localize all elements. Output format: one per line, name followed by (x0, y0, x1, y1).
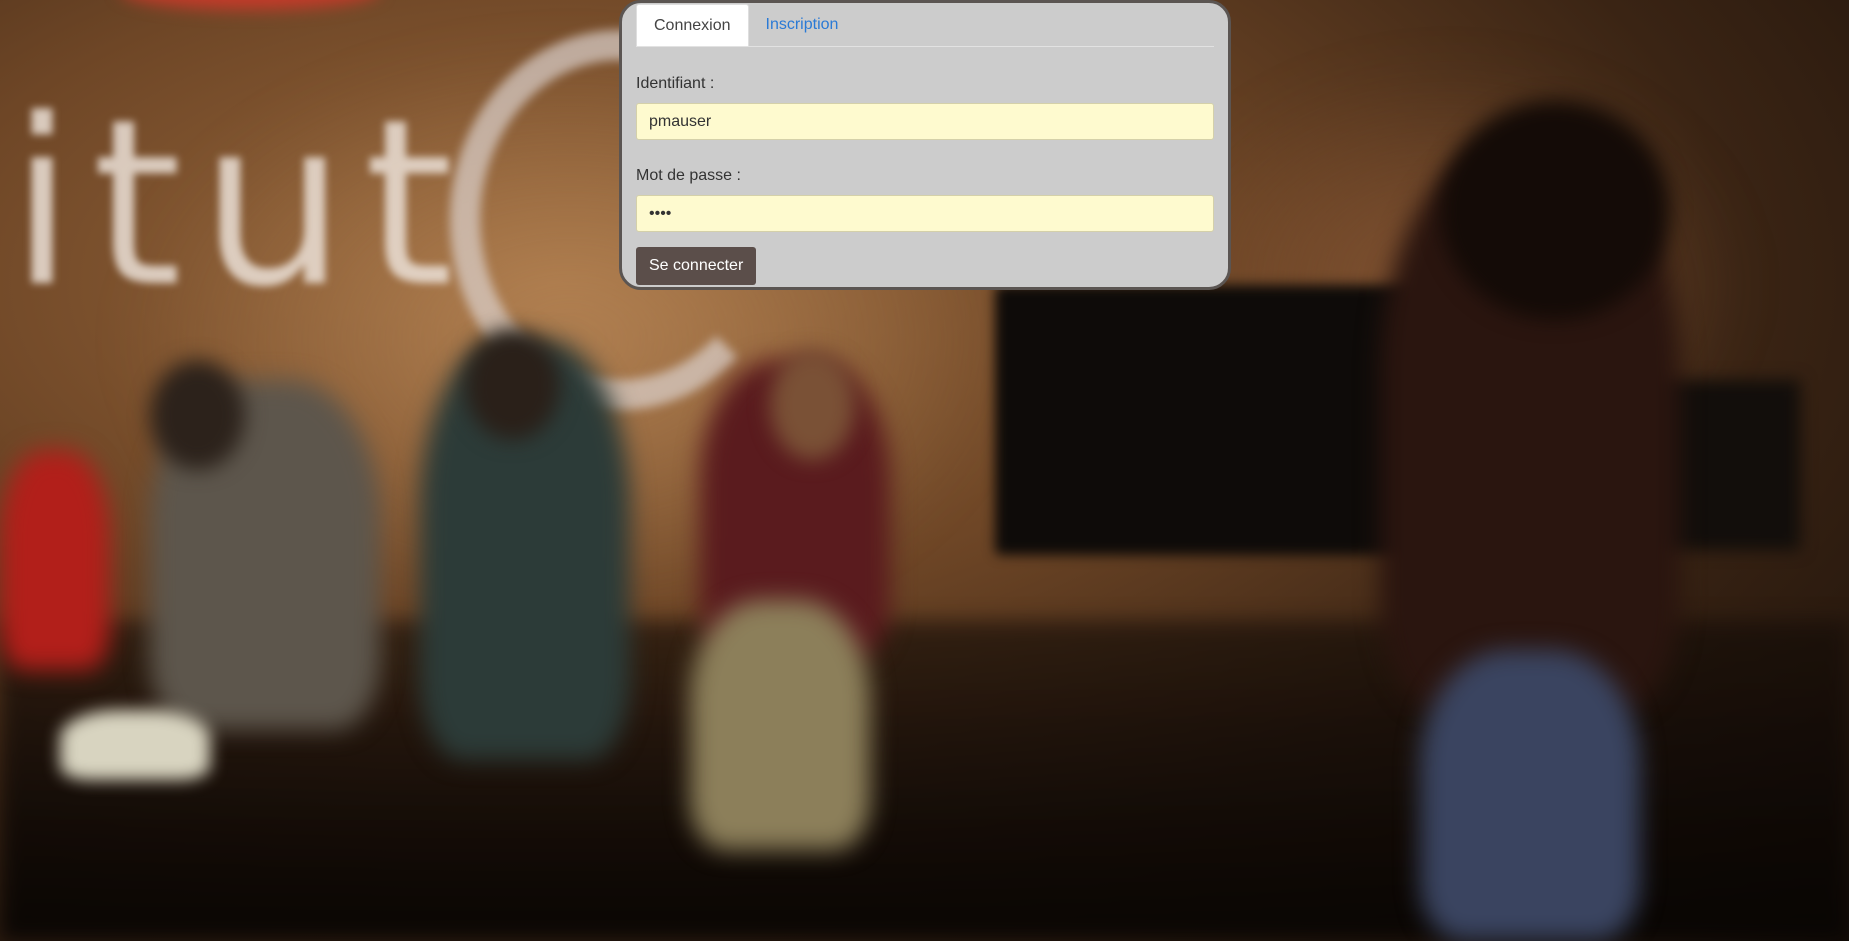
person-legs (690, 600, 870, 850)
login-button[interactable]: Se connecter (636, 247, 757, 285)
password-input[interactable] (636, 195, 1214, 232)
head (770, 350, 855, 460)
tab-inscription[interactable]: Inscription (749, 4, 856, 46)
tab-connexion[interactable]: Connexion (636, 4, 749, 46)
auth-tabs: Connexion Inscription (636, 4, 1214, 47)
person-red-shirt (0, 450, 110, 670)
head (150, 360, 245, 470)
television-screen (995, 285, 1415, 555)
head (465, 330, 560, 440)
person-jeans (1420, 650, 1640, 941)
username-input[interactable] (636, 103, 1214, 140)
head (1440, 100, 1670, 320)
password-label: Mot de passe : (636, 167, 741, 184)
red-light (120, 0, 380, 10)
wall-signage: itut (10, 71, 473, 338)
username-label: Identifiant : (636, 75, 715, 92)
login-panel: Connexion Inscription Identifiant : Mot … (619, 0, 1231, 290)
shoe (60, 710, 210, 780)
